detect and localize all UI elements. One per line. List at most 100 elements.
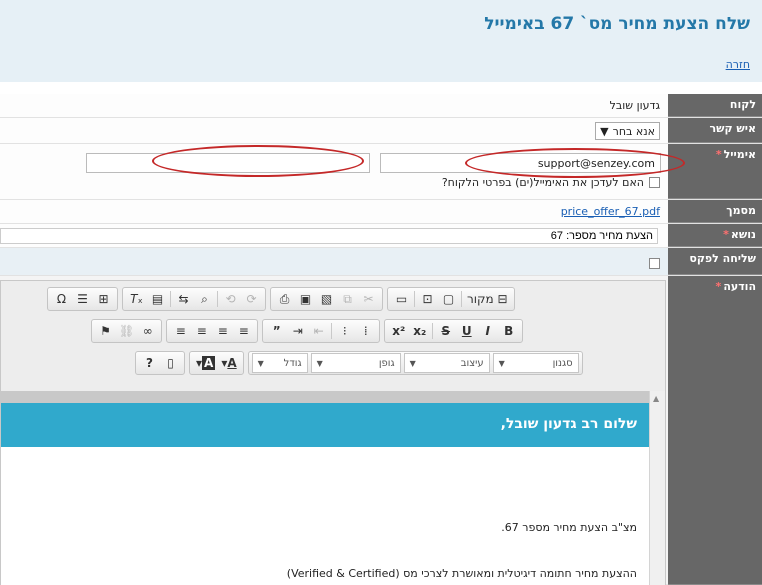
contact-row: איש קשר אנא בחר ▼ [0,118,762,144]
toolbar-group-align: ≡ ≡ ≡ ≡ [166,319,259,343]
bulleted-list-icon[interactable]: ⁝ [334,321,355,341]
pdf-attachment-link[interactable]: price_offer_67.pdf [561,205,660,218]
font-combo[interactable]: גופן ▼ [310,353,401,373]
email-form: לקוח גדעון שובל איש קשר אנא בחר ▼ אימייל… [0,94,762,585]
editor-content-area[interactable]: שלום רב גדעון שובל, מצ"ב הצעת מחיר מספר … [1,391,651,585]
toolbar-group-colors: ▾ A ▾ A [189,351,244,375]
source-button[interactable]: מקור ⊟ [464,289,511,309]
templates-icon[interactable]: ▭ [391,289,412,309]
toolbar-separator [461,291,462,307]
page-title: שלח הצעת מחיר מס` 67 באימייל [484,14,750,34]
format-combo[interactable]: עיצוב ▼ [403,353,490,373]
client-label: לקוח [668,94,762,117]
fax-row: שליחה לפקס [0,248,762,276]
toolbar-separator [170,291,171,307]
link-icon[interactable]: ∞ [137,321,158,341]
scroll-up-icon[interactable]: ▲ [653,394,659,403]
italic-icon[interactable]: I [477,321,498,341]
new-page-icon[interactable]: ▢ [438,289,459,309]
source-icon: ⊟ [497,292,508,306]
underline-icon[interactable]: U [456,321,477,341]
paste-icon[interactable]: ▧ [316,289,337,309]
strikethrough-icon[interactable]: S [435,321,456,341]
title-bar: שלח הצעת מחיר מס` 67 באימייל חזרה [0,0,762,82]
required-mark: * [715,280,722,293]
blockquote-icon[interactable]: ” [266,321,287,341]
help-icon[interactable]: ? [139,353,160,373]
toolbar-group-insert: Ω ☰ ⊞ [47,287,118,311]
align-left-icon[interactable]: ≡ [191,321,212,341]
subject-row: נושא* [0,224,762,248]
background-color-icon[interactable]: ▾ A [193,353,218,373]
print-icon[interactable]: ⎙ [274,289,295,309]
update-email-label: האם לעדכן את האימייל(ים) בפרטי הלקוח? [441,176,644,189]
message-label: הודעה* [668,276,762,585]
back-link[interactable]: חזרה [726,58,750,71]
chevron-down-icon: ▼ [316,358,323,368]
toolbar-separator [432,323,434,339]
align-center-icon[interactable]: ≡ [212,321,233,341]
toolbar-separator [217,291,218,307]
anchor-flag-icon[interactable]: ⚑ [95,321,116,341]
message-row: הודעה* Ω ☰ ⊞ Tₓ ▤ ⇆ ⌕ ⟲ ⟳ ⎙ ▣ ▧ ⧉ ✂ ▭ ⊡ … [0,276,762,585]
document-row: מסמך price_offer_67.pdf [0,200,762,224]
update-email-checkbox[interactable] [649,177,660,188]
style-combo[interactable]: סגנון ▼ [492,353,579,373]
copy-icon[interactable]: ⧉ [337,289,358,309]
rich-text-editor: Ω ☰ ⊞ Tₓ ▤ ⇆ ⌕ ⟲ ⟳ ⎙ ▣ ▧ ⧉ ✂ ▭ ⊡ ▢ מקור … [0,280,666,585]
toolbar-row-1: Ω ☰ ⊞ Tₓ ▤ ⇆ ⌕ ⟲ ⟳ ⎙ ▣ ▧ ⧉ ✂ ▭ ⊡ ▢ מקור … [47,287,515,313]
align-justify-icon[interactable]: ≡ [170,321,191,341]
required-mark: * [723,228,729,241]
fax-checkbox[interactable] [649,257,660,269]
align-right-icon[interactable]: ≡ [233,321,254,341]
unlink-icon[interactable]: ⛓ [116,321,137,341]
required-mark: * [715,148,722,161]
cut-icon[interactable]: ✂ [358,289,379,309]
contact-label: איש קשר [668,118,762,143]
chevron-down-icon: ▼ [600,124,609,138]
bold-icon[interactable]: B [498,321,519,341]
table-icon[interactable]: ⊞ [93,289,114,309]
find-replace-icon[interactable]: ⇆ [173,289,194,309]
superscript-icon[interactable]: x² [388,321,409,341]
maximize-icon[interactable]: ▯ [160,353,181,373]
toolbar-row-2: ⚑ ⛓ ∞ ≡ ≡ ≡ ≡ ” ⇥ ⇤ ⁝ ⁞ x² x₂ S U I B [91,319,524,345]
toolbar-group-lists: ” ⇥ ⇤ ⁝ ⁞ [262,319,381,343]
document-preview: שלום רב גדעון שובל, מצ"ב הצעת מחיר מספר … [1,403,651,585]
email-input-primary[interactable] [380,153,661,173]
subject-input[interactable] [0,228,658,244]
email-row: אימייל* האם לעדכן את האימייל(ים) בפרטי ה… [0,144,762,200]
document-label: מסמך [668,200,762,223]
preview-icon[interactable]: ⊡ [417,289,438,309]
text-color-icon[interactable]: ▾ A [218,353,239,373]
toolbar-row-3: ? ▯ ▾ A ▾ A גודל ▼ גופן ▼ עיצוב ▼ סגנון ▼ [135,351,583,377]
search-icon[interactable]: ⌕ [194,289,215,309]
content-line-2: ההצעת מחיר חתומה דיגיטלית ומאושרת לצרכי … [286,567,637,580]
chevron-down-icon: ▼ [498,358,505,368]
numbered-list-icon[interactable]: ⁞ [355,321,376,341]
special-char-icon[interactable]: Ω [51,289,72,309]
fax-label: שליחה לפקס [668,248,762,275]
contact-select[interactable]: אנא בחר ▼ [595,122,660,140]
contact-select-value: אנא בחר [612,124,655,138]
horizontal-line-icon[interactable]: ☰ [72,289,93,309]
toolbar-group-help: ? ▯ [135,351,185,375]
chevron-down-icon: ▼ [257,358,264,368]
email-label: אימייל* [668,144,762,199]
size-combo[interactable]: גודל ▼ [251,353,308,373]
paste-text-icon[interactable]: ▣ [295,289,316,309]
client-value: גדעון שובל [609,99,660,112]
undo-icon[interactable]: ⟲ [220,289,241,309]
email-input-secondary[interactable] [86,153,370,173]
decrease-indent-icon[interactable]: ⇤ [308,321,329,341]
toolbar-separator [414,291,415,307]
toolbar-group-document: ▭ ⊡ ▢ מקור ⊟ [387,287,515,311]
paste-from-word-icon[interactable]: ▤ [147,289,168,309]
editor-scrollbar[interactable]: ▲ [649,391,665,585]
remove-format-icon[interactable]: Tₓ [126,289,147,309]
subscript-icon[interactable]: x₂ [409,321,430,341]
redo-icon[interactable]: ⟳ [241,289,262,309]
increase-indent-icon[interactable]: ⇥ [287,321,308,341]
toolbar-group-basic-styles: x² x₂ S U I B [384,319,524,343]
client-row: לקוח גדעון שובל [0,94,762,118]
